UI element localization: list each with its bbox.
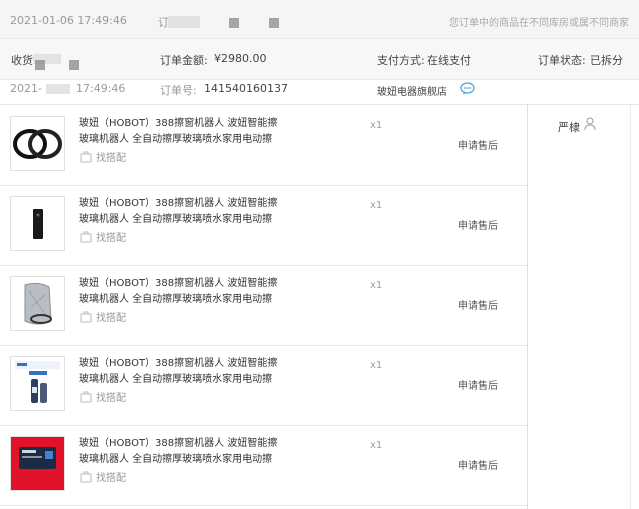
match-link[interactable]: 找搭配 xyxy=(80,389,126,404)
match-icon xyxy=(80,231,92,243)
match-link[interactable]: 找搭配 xyxy=(80,469,126,484)
product-title-line[interactable]: 玻妞（HOBOT）388擦窗机器人 波妞智能擦 xyxy=(79,276,294,292)
item-quantity: x1 xyxy=(370,360,382,371)
match-link[interactable]: 找搭配 xyxy=(80,149,126,164)
payment-label: 支付方式: xyxy=(377,52,425,68)
product-title-line[interactable]: 玻妞（HOBOT）388擦窗机器人 波妞智能擦 xyxy=(79,436,294,452)
blurred-region xyxy=(229,18,239,28)
match-label: 找搭配 xyxy=(96,389,126,404)
product-title-line[interactable]: 玻璃机器人 全自动擦厚玻璃喷水家用电动擦 xyxy=(79,132,294,148)
order-no-label: 订单号: xyxy=(160,82,197,98)
product-title-line[interactable]: 玻璃机器人 全自动擦厚玻璃喷水家用电动擦 xyxy=(79,452,294,468)
buyer-name: 严棣 xyxy=(558,119,580,135)
blurred-region xyxy=(35,60,45,70)
after-sale-link[interactable]: 申请售后 xyxy=(458,457,498,472)
amount-value: ¥2980.00 xyxy=(214,52,267,65)
order-datetime: 2021-01-06 17:49:46 xyxy=(10,14,127,27)
match-label: 找搭配 xyxy=(96,469,126,484)
receiver-label: 收货 xyxy=(11,52,33,68)
chat-bubble-icon[interactable] xyxy=(460,82,475,98)
product-thumbnail[interactable] xyxy=(10,436,65,491)
product-thumbnail[interactable] xyxy=(10,276,65,331)
amount-label: 订单金额: xyxy=(160,52,208,68)
product-thumbnail[interactable] xyxy=(10,116,65,171)
product-title-line[interactable]: 玻璃机器人 全自动擦厚玻璃喷水家用电动擦 xyxy=(79,292,294,308)
product-title-line[interactable]: 玻妞（HOBOT）388擦窗机器人 波妞智能擦 xyxy=(79,356,294,372)
after-sale-link[interactable]: 申请售后 xyxy=(458,377,498,392)
item-quantity: x1 xyxy=(370,280,382,291)
match-icon xyxy=(80,151,92,163)
blurred-region xyxy=(168,16,200,28)
item-quantity: x1 xyxy=(370,200,382,211)
suborder-time: 17:49:46 xyxy=(76,82,125,95)
split-notice: 您订单中的商品在不同库房或属不同商家 xyxy=(449,14,639,29)
column-divider xyxy=(630,104,631,509)
blurred-region xyxy=(46,84,70,94)
product-title-line[interactable]: 玻璃机器人 全自动擦厚玻璃喷水家用电动擦 xyxy=(79,372,294,388)
match-label: 找搭配 xyxy=(96,149,126,164)
status-value: 已拆分 xyxy=(590,52,623,68)
match-link[interactable]: 找搭配 xyxy=(80,309,126,324)
match-label: 找搭配 xyxy=(96,309,126,324)
item-quantity: x1 xyxy=(370,120,382,131)
item-quantity: x1 xyxy=(370,440,382,451)
product-title-line[interactable]: 玻妞（HOBOT）388擦窗机器人 波妞智能擦 xyxy=(79,116,294,132)
product-title-line[interactable]: 玻妞（HOBOT）388擦窗机器人 波妞智能擦 xyxy=(79,196,294,212)
after-sale-link[interactable]: 申请售后 xyxy=(458,297,498,312)
product-thumbnail[interactable] xyxy=(10,196,65,251)
after-sale-link[interactable]: 申请售后 xyxy=(458,217,498,232)
after-sale-link[interactable]: 申请售后 xyxy=(458,137,498,152)
product-thumbnail[interactable] xyxy=(10,356,65,411)
order-no: 141540160137 xyxy=(204,82,288,95)
blurred-region xyxy=(269,18,279,28)
blurred-region xyxy=(69,60,79,70)
payment-value: 在线支付 xyxy=(427,52,471,68)
match-icon xyxy=(80,391,92,403)
match-icon xyxy=(80,311,92,323)
match-icon xyxy=(80,471,92,483)
suborder-date: 2021- xyxy=(10,82,42,95)
match-link[interactable]: 找搭配 xyxy=(80,229,126,244)
match-label: 找搭配 xyxy=(96,229,126,244)
product-title-line[interactable]: 玻璃机器人 全自动擦厚玻璃喷水家用电动擦 xyxy=(79,212,294,228)
user-icon xyxy=(584,117,596,134)
shop-name-link[interactable]: 玻妞电器旗舰店 xyxy=(377,83,447,98)
status-label: 订单状态: xyxy=(538,52,586,68)
column-divider xyxy=(527,104,528,509)
